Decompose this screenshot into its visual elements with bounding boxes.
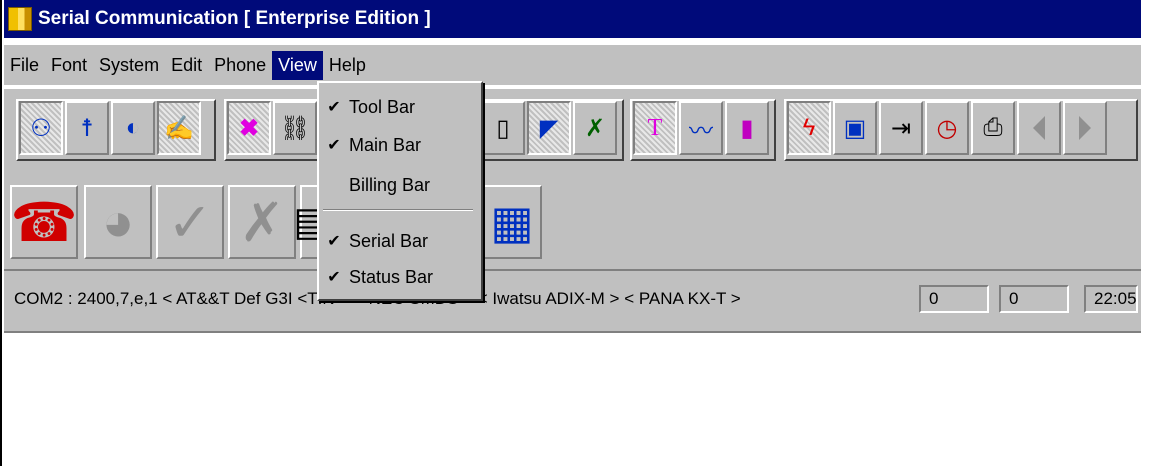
- checkmark-icon: ✔: [327, 269, 341, 286]
- status-bar: COM2 : 2400,7,e,1 < AT&&T Def G3I <TIN >…: [4, 271, 1141, 333]
- binoculars-icon[interactable]: ⛓: [273, 101, 317, 155]
- people-icon[interactable]: ⚇: [19, 101, 63, 155]
- pie-timer-icon[interactable]: ◕: [84, 185, 152, 259]
- printer-icon[interactable]: ⎙: [971, 101, 1015, 155]
- main-bar: ☎ ◕ ✓ ✗ ▤ ▦: [4, 169, 1141, 271]
- cancel-x-icon[interactable]: ✗: [228, 185, 296, 259]
- view-menu-dropdown: ✔ Tool Bar ✔ Main Bar Billing Bar ✔ Seri…: [317, 81, 483, 301]
- menu-item-label: Serial Bar: [349, 230, 429, 251]
- bar-chart-icon[interactable]: ▮: [725, 101, 769, 155]
- checkmark-icon[interactable]: ✓: [156, 185, 224, 259]
- checkmark-icon: ✔: [327, 99, 341, 116]
- menu-item-label: Main Bar: [349, 134, 422, 155]
- spreadsheet-icon[interactable]: ▦: [482, 185, 542, 259]
- menu-edit[interactable]: Edit: [165, 51, 208, 80]
- tools-icon[interactable]: ✗: [573, 101, 617, 155]
- text-t-icon[interactable]: T: [633, 101, 677, 155]
- hand-write-icon[interactable]: ✍: [157, 101, 201, 155]
- menu-system[interactable]: System: [93, 51, 165, 80]
- menu-item-label: Tool Bar: [349, 96, 416, 117]
- title-bar[interactable]: Serial Communication [ Enterprise Editio…: [4, 0, 1141, 38]
- line-chart-icon[interactable]: 〰: [679, 101, 723, 155]
- tool-bar: ⚇ ☨ ◐ ✍ ✖ ⛓ ▯ ◤ ✗ T 〰 ▮ ϟ ▣ ⇥ ◷ ⎙: [4, 87, 1141, 171]
- lightning-icon[interactable]: ϟ: [787, 101, 831, 155]
- app-window: Serial Communication [ Enterprise Editio…: [0, 0, 1157, 466]
- status-counter-2: 0: [999, 285, 1069, 313]
- window-title: Serial Communication [ Enterprise Editio…: [38, 8, 431, 29]
- menu-separator: [323, 209, 473, 211]
- view-menu-main-bar[interactable]: ✔ Main Bar: [319, 129, 477, 161]
- phone-dial-icon[interactable]: ◐: [111, 101, 155, 155]
- menu-font[interactable]: Font: [45, 51, 93, 80]
- delete-x-icon[interactable]: ✖: [227, 101, 271, 155]
- toolbar-group-users: ⚇ ☨ ◐ ✍: [16, 99, 216, 161]
- view-menu-serial-bar[interactable]: ✔ Serial Bar: [319, 225, 477, 257]
- menu-bar: File Font System Edit Phone View Help: [4, 45, 1141, 85]
- clock-icon[interactable]: ◷: [925, 101, 969, 155]
- cellphone-icon[interactable]: ▯: [481, 101, 525, 155]
- content-area[interactable]: [4, 335, 1141, 466]
- app-icon: [8, 7, 32, 31]
- prev-arrow-icon[interactable]: [1017, 101, 1061, 155]
- menu-item-label: Status Bar: [349, 266, 434, 287]
- telephone-icon[interactable]: ☎: [10, 185, 78, 259]
- menu-file[interactable]: File: [4, 51, 45, 80]
- menu-view[interactable]: View: [272, 50, 323, 80]
- menu-help[interactable]: Help: [323, 51, 372, 80]
- save-disk-icon[interactable]: ▣: [833, 101, 877, 155]
- menu-phone[interactable]: Phone: [208, 51, 272, 80]
- export-icon[interactable]: ⇥: [879, 101, 923, 155]
- next-arrow-icon[interactable]: [1063, 101, 1107, 155]
- status-time: 22:05: [1084, 285, 1138, 313]
- status-counter-1: 0: [919, 285, 989, 313]
- view-menu-status-bar[interactable]: ✔ Status Bar: [319, 261, 477, 293]
- view-menu-tool-bar[interactable]: ✔ Tool Bar: [319, 91, 477, 123]
- satellite-dish-icon[interactable]: ◤: [527, 101, 571, 155]
- toolbar-group-edit: ✖ ⛓: [224, 99, 324, 161]
- menu-item-label: Billing Bar: [349, 174, 431, 195]
- view-menu-billing-bar[interactable]: Billing Bar: [319, 169, 477, 201]
- toolbar-group-comm: ▯ ◤ ✗: [478, 99, 624, 161]
- toolbar-group-view: T 〰 ▮: [630, 99, 776, 161]
- toolbar-group-actions: ϟ ▣ ⇥ ◷ ⎙: [784, 99, 1138, 161]
- person-icon[interactable]: ☨: [65, 101, 109, 155]
- checkmark-icon: ✔: [327, 233, 341, 250]
- checkmark-icon: ✔: [327, 137, 341, 154]
